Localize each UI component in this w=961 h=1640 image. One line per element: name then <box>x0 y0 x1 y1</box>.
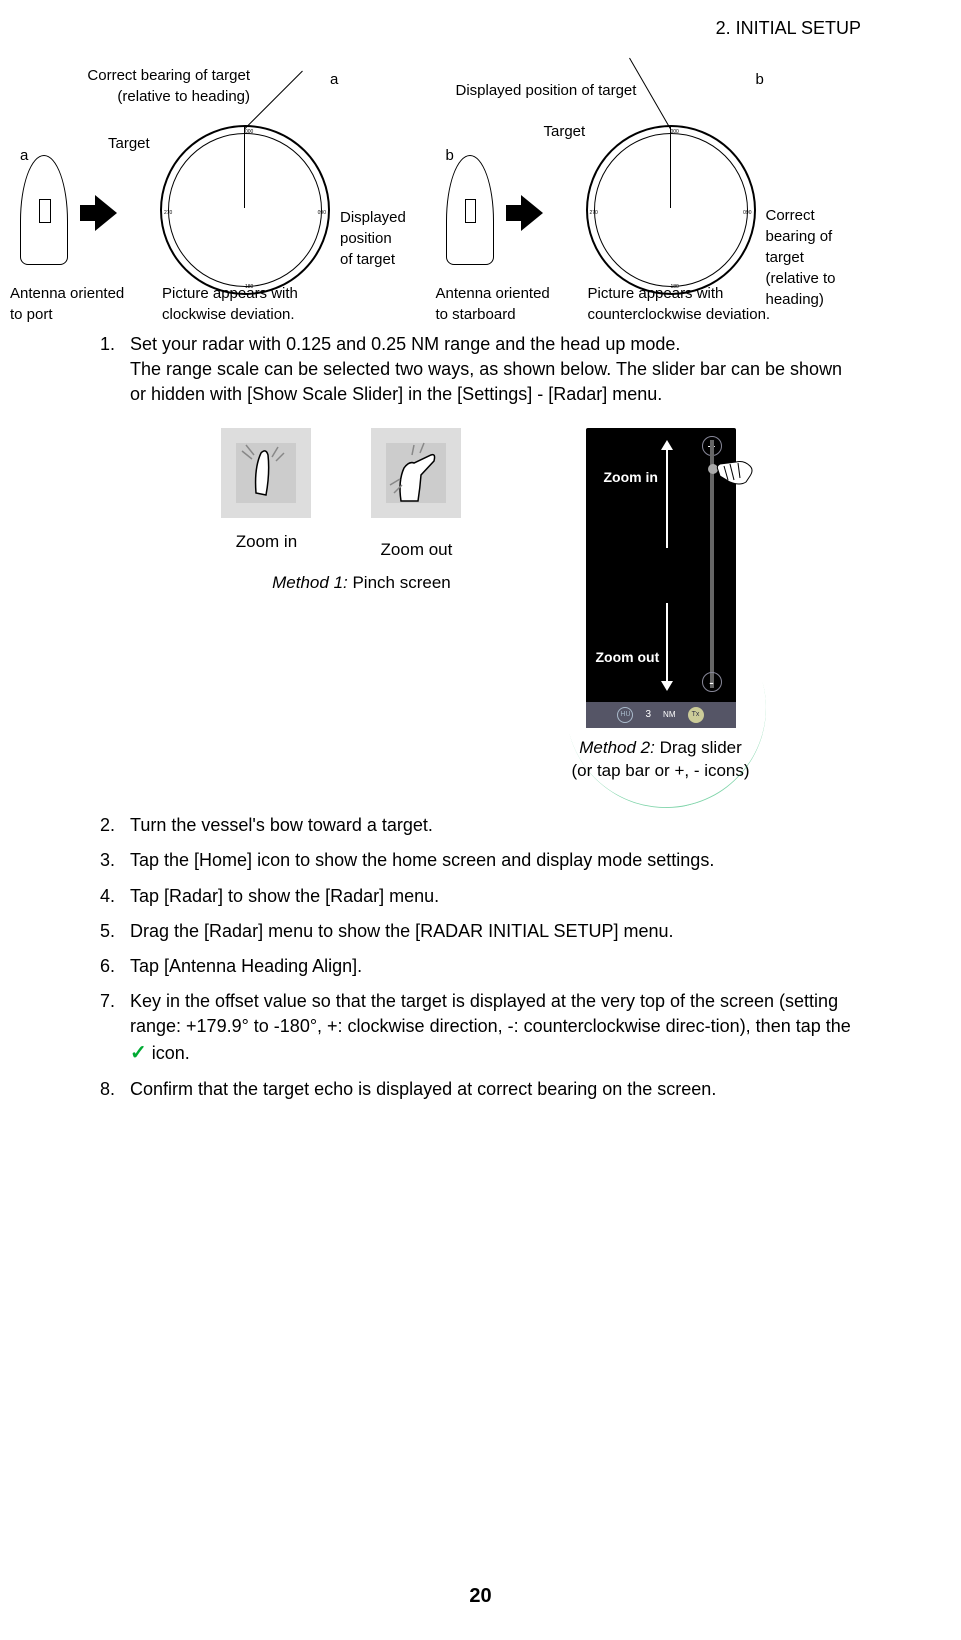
correct-bearing-label: Correct bearing of target (relative to h… <box>50 65 250 107</box>
step-7: 7. Key in the offset value so that the t… <box>100 989 861 1067</box>
pinch-in-gesture-icon <box>371 428 461 518</box>
step-2: 2. Turn the vessel's bow toward a target… <box>100 813 861 838</box>
range-status-bar: HU 3 NM Tx <box>586 702 736 728</box>
method-1: Zoom in Zoom out Method 1: Pinch <box>211 428 511 784</box>
finger-tap-icon <box>716 458 756 488</box>
body-content: 1. Set your radar with 0.125 and 0.25 NM… <box>100 332 861 1113</box>
diagrams-row: Correct bearing of target (relative to h… <box>20 65 861 325</box>
zoom-minus-button[interactable]: - <box>702 672 722 692</box>
step-5: 5. Drag the [Radar] menu to show the [RA… <box>100 919 861 944</box>
picture-caption-right: Picture appears with counterclockwise de… <box>588 283 771 325</box>
boat-icon-left <box>20 155 68 265</box>
letter-b-top: b <box>756 69 764 90</box>
diagram-left: Correct bearing of target (relative to h… <box>20 65 436 325</box>
slider-track[interactable] <box>710 440 714 688</box>
arrow-up-icon <box>666 448 668 548</box>
checkmark-icon: ✓ <box>130 1039 147 1067</box>
zoom-out-label: Zoom out <box>596 648 660 668</box>
zoom-in-label: Zoom in <box>604 468 658 488</box>
tx-status-icon: Tx <box>688 707 704 723</box>
radar-slider-screen: + - Zoom in Zoom out HU 3 NM Tx <box>586 428 736 728</box>
hu-mode-icon: HU <box>617 707 633 723</box>
step-1: 1. Set your radar with 0.125 and 0.25 NM… <box>100 332 861 408</box>
displayed-position-label-left: Displayed position of target <box>340 207 406 270</box>
page-number: 20 <box>469 1582 491 1610</box>
target-label-right: Target <box>544 121 586 142</box>
antenna-caption-left: Antenna oriented to port <box>10 283 124 325</box>
zoom-out-pinch: Zoom out <box>361 428 471 562</box>
range-unit: NM <box>663 709 675 720</box>
pinch-out-gesture-icon <box>221 428 311 518</box>
zoom-in-pinch: Zoom in <box>211 428 321 562</box>
step-6: 6. Tap [Antenna Heading Align]. <box>100 954 861 979</box>
target-label-left: Target <box>108 133 150 154</box>
step-8: 8. Confirm that the target echo is displ… <box>100 1077 861 1102</box>
methods-row: Zoom in Zoom out Method 1: Pinch <box>100 428 861 784</box>
boat-icon-right <box>446 155 494 265</box>
range-value: 3 <box>645 708 651 722</box>
antenna-caption-right: Antenna oriented to starboard <box>436 283 550 325</box>
arrow-right-icon <box>506 195 542 231</box>
method-1-caption: Method 1: Pinch screen <box>211 571 511 595</box>
correct-bearing-label-right: Correct bearing of target (relative to h… <box>766 205 836 310</box>
arrow-down-icon <box>666 603 668 683</box>
compass-left: 000 090 180 270 <box>160 125 330 295</box>
picture-caption-left: Picture appears with clockwise deviation… <box>162 283 298 325</box>
step-4: 4. Tap [Radar] to show the [Radar] menu. <box>100 884 861 909</box>
compass-right: 000 090 180 270 <box>586 125 756 295</box>
header-section: 2. INITIAL SETUP <box>716 16 861 41</box>
arrow-right-icon <box>80 195 116 231</box>
displayed-position-label-right: Displayed position of target <box>456 80 637 101</box>
diagram-right: Displayed position of target b b Target … <box>446 65 862 325</box>
step-3: 3. Tap the [Home] icon to show the home … <box>100 848 861 873</box>
letter-a-top: a <box>330 69 338 90</box>
method-2: + - Zoom in Zoom out HU 3 NM Tx <box>571 428 749 784</box>
